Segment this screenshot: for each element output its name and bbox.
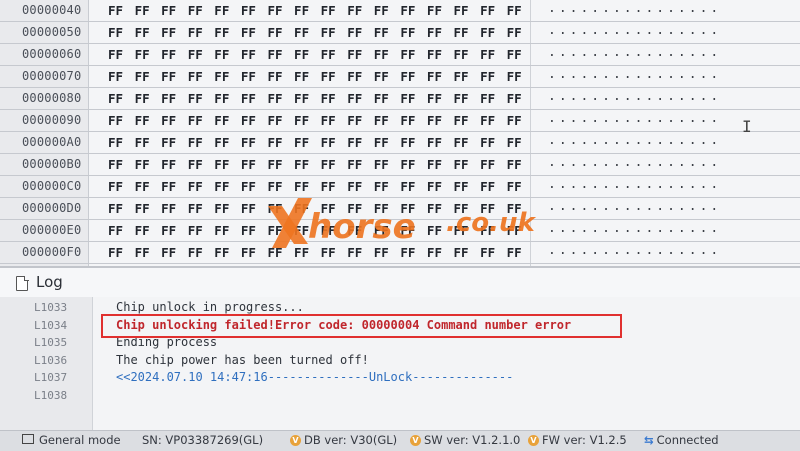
log-line: L1037 <<2024.07.10 14:47:16--------------…: [0, 370, 800, 389]
hex-bytes: FF FF FF FF FF FF FF FF FF FF FF FF FF F…: [108, 69, 522, 84]
hex-ascii: ................: [548, 111, 722, 126]
hex-address: 000000C0: [22, 179, 82, 193]
log-message: Chip unlock in progress...: [116, 300, 304, 314]
log-title: Log: [36, 273, 63, 291]
document-icon: [16, 275, 29, 291]
hex-address: 00000090: [22, 113, 82, 127]
hex-address: 00000060: [22, 47, 82, 61]
hex-address: 00000050: [22, 25, 82, 39]
log-line: L1036 The chip power has been turned off!: [0, 352, 800, 372]
log-line-number: L1035: [34, 336, 68, 349]
log-line: L1035 Ending process: [0, 335, 800, 354]
hex-bytes: FF FF FF FF FF FF FF FF FF FF FF FF FF F…: [108, 179, 522, 194]
monitor-icon: [22, 434, 34, 444]
hex-row[interactable]: 000000A0 FF FF FF FF FF FF FF FF FF FF FF…: [0, 132, 800, 154]
hex-address: 000000D0: [22, 201, 82, 215]
svg-text:horse: horse: [308, 207, 416, 247]
hex-row[interactable]: 00000080 FF FF FF FF FF FF FF FF FF FF FF…: [0, 88, 800, 110]
error-highlight-box: [101, 314, 622, 338]
link-icon: ⇆: [644, 433, 654, 447]
hex-ascii: ................: [548, 1, 722, 16]
hex-row[interactable]: 00000070 FF FF FF FF FF FF FF FF FF FF FF…: [0, 66, 800, 88]
db-version-label: DB ver: V30(GL): [304, 433, 398, 447]
hex-ascii: ................: [548, 45, 722, 60]
hex-ascii: ................: [548, 67, 722, 82]
log-line-number: L1036: [34, 353, 68, 367]
hex-bytes: FF FF FF FF FF FF FF FF FF FF FF FF FF F…: [108, 135, 522, 150]
hex-bytes: FF FF FF FF FF FF FF FF FF FF FF FF FF F…: [108, 3, 522, 18]
hex-address: 000000E0: [22, 223, 82, 237]
hex-row[interactable]: 000000C0 FF FF FF FF FF FF FF FF FF FF FF…: [0, 176, 800, 198]
hex-ascii: ................: [548, 89, 722, 104]
hex-row[interactable]: 00000060 FF FF FF FF FF FF FF FF FF FF FF…: [0, 44, 800, 66]
log-line-number: L1037: [34, 371, 68, 384]
hex-row[interactable]: 000000B0 FF FF FF FF FF FF FF FF FF FF FF…: [0, 154, 800, 176]
log-panel-header: Log: [0, 266, 800, 299]
hex-address: 000000F0: [22, 245, 82, 259]
sw-version: V SW ver: V1.2.1.0: [410, 433, 520, 447]
sw-version-label: SW ver: V1.2.1.0: [424, 433, 521, 447]
hex-address: 00000070: [22, 69, 82, 83]
hex-address: 00000080: [22, 91, 82, 105]
hex-ascii: ................: [548, 133, 722, 148]
hex-ascii: ................: [548, 177, 722, 192]
version-badge-icon: V: [410, 435, 421, 446]
hex-bytes: FF FF FF FF FF FF FF FF FF FF FF FF FF F…: [108, 113, 522, 128]
version-badge-icon: V: [528, 435, 539, 446]
hex-address: 000000B0: [22, 157, 82, 171]
hex-bytes: FF FF FF FF FF FF FF FF FF FF FF FF FF F…: [108, 157, 522, 172]
text-cursor-icon: I: [742, 117, 752, 136]
hex-ascii: ................: [548, 155, 722, 170]
log-message: The chip power has been turned off!: [116, 352, 369, 367]
hex-ascii: ................: [548, 243, 722, 258]
watermark-domain: .co.uk: [446, 208, 535, 238]
log-line-number: L1033: [34, 301, 68, 314]
hex-ascii: ................: [548, 199, 722, 214]
log-line: L1038: [0, 389, 800, 407]
hex-row[interactable]: 00000050 FF FF FF FF FF FF FF FF FF FF FF…: [0, 22, 800, 44]
hex-bytes: FF FF FF FF FF FF FF FF FF FF FF FF FF F…: [108, 25, 522, 40]
log-line-number: L1038: [34, 388, 68, 402]
mode-indicator: General mode: [22, 433, 121, 447]
hex-bytes: FF FF FF FF FF FF FF FF FF FF FF FF FF F…: [108, 47, 522, 62]
hex-row[interactable]: 00000040 FF FF FF FF FF FF FF FF FF FF FF…: [0, 0, 800, 22]
log-message: <<2024.07.10 14:47:16--------------UnLoc…: [116, 370, 514, 384]
hex-address: 00000040: [22, 3, 82, 17]
log-line-number: L1034: [34, 318, 68, 332]
xhorse-logo: horse: [268, 198, 416, 248]
serial-number: SN: VP03387269(GL): [142, 433, 264, 447]
connection-status: ⇆ Connected: [644, 433, 719, 447]
connection-label: Connected: [656, 433, 719, 447]
hex-row[interactable]: 00000090 FF FF FF FF FF FF FF FF FF FF FF…: [0, 110, 800, 132]
hex-address: 000000A0: [22, 135, 82, 149]
hex-bytes: FF FF FF FF FF FF FF FF FF FF FF FF FF F…: [108, 91, 522, 106]
hex-ascii: ................: [548, 23, 722, 38]
hex-ascii: ................: [548, 221, 722, 236]
fw-version: V FW ver: V1.2.5: [528, 433, 627, 447]
version-badge-icon: V: [290, 435, 301, 446]
fw-version-label: FW ver: V1.2.5: [542, 433, 627, 447]
mode-label: General mode: [39, 433, 121, 447]
db-version: V DB ver: V30(GL): [290, 433, 397, 447]
status-bar: General mode SN: VP03387269(GL) V DB ver:…: [0, 430, 800, 451]
